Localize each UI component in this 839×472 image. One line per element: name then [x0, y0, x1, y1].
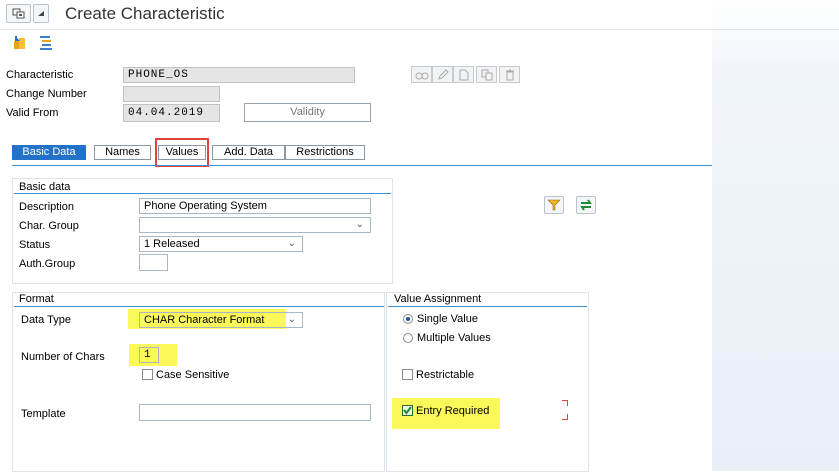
- status-label: Status: [19, 239, 51, 251]
- single-value-label: Single Value: [417, 313, 478, 325]
- entry-required-checkbox[interactable]: [402, 405, 413, 416]
- value-assignment-title: Value Assignment: [394, 293, 482, 305]
- change-number-field[interactable]: [123, 86, 220, 102]
- corner-mark-bottom: [562, 414, 568, 420]
- tab-strip-line: [12, 165, 712, 166]
- value-assignment-title-line: [388, 306, 587, 307]
- restrictable-label: Restrictable: [416, 369, 475, 381]
- tab-basic-data[interactable]: Basic Data: [12, 145, 86, 160]
- tab-restrictions[interactable]: Restrictions: [285, 145, 365, 160]
- description-field[interactable]: Phone Operating System: [139, 198, 371, 214]
- format-title-line: [14, 306, 384, 307]
- menu-icon[interactable]: [6, 4, 31, 23]
- chevron-down-icon: ⌄: [355, 219, 364, 230]
- refresh-icon[interactable]: [576, 196, 596, 214]
- values-tab-annotation: [155, 138, 209, 167]
- auth-group-field[interactable]: [139, 254, 168, 271]
- checkmark-icon: [403, 406, 412, 415]
- glasses-icon[interactable]: [411, 66, 432, 83]
- dropdown-icon[interactable]: [33, 4, 49, 23]
- page-title: Create Characteristic: [65, 4, 225, 23]
- basic-data-title: Basic data: [19, 181, 71, 193]
- valid-from-label: Valid From: [6, 107, 59, 119]
- char-group-label: Char. Group: [19, 220, 79, 232]
- hierarchy-icon[interactable]: [38, 35, 54, 51]
- entry-required-label: Entry Required: [416, 405, 490, 417]
- validity-button[interactable]: Validity: [244, 103, 371, 122]
- change-number-label: Change Number: [6, 88, 87, 100]
- characteristic-field[interactable]: PHONE_OS: [123, 67, 355, 83]
- page-icon[interactable]: [453, 66, 474, 83]
- tab-add-data[interactable]: Add. Data: [212, 145, 285, 160]
- char-group-select[interactable]: ⌄: [139, 217, 371, 233]
- basic-data-title-line: [14, 193, 391, 194]
- pencil-icon[interactable]: [432, 66, 453, 83]
- single-value-radio[interactable]: [403, 314, 413, 324]
- data-type-select[interactable]: CHAR Character Format ⌄: [139, 312, 303, 328]
- filter-icon[interactable]: [544, 196, 564, 214]
- data-type-label: Data Type: [21, 314, 71, 326]
- auth-group-label: Auth.Group: [19, 258, 76, 270]
- case-sensitive-checkbox[interactable]: [142, 369, 153, 380]
- multiple-values-label: Multiple Values: [417, 332, 491, 344]
- transport-icon[interactable]: [12, 35, 28, 51]
- template-field[interactable]: [139, 404, 371, 421]
- chevron-down-icon: ⌄: [287, 314, 296, 325]
- window-background-gradient: [712, 0, 839, 471]
- title-separator: [0, 29, 839, 30]
- restrictable-checkbox[interactable]: [402, 369, 413, 380]
- chevron-down-icon: ⌄: [287, 238, 296, 249]
- format-title: Format: [19, 293, 54, 305]
- description-label: Description: [19, 201, 75, 213]
- trash-icon[interactable]: [499, 66, 520, 83]
- tab-names[interactable]: Names: [94, 145, 151, 160]
- corner-mark-top: [562, 400, 568, 406]
- template-label: Template: [21, 408, 66, 420]
- characteristic-label: Characteristic: [6, 69, 74, 81]
- status-select[interactable]: 1 Released ⌄: [139, 236, 303, 252]
- num-chars-label: Number of Chars: [21, 351, 105, 363]
- valid-from-field[interactable]: 04.04.2019: [123, 104, 220, 122]
- copy-icon[interactable]: [476, 66, 497, 83]
- num-chars-field[interactable]: 1: [139, 347, 159, 363]
- multiple-values-radio[interactable]: [403, 333, 413, 343]
- case-sensitive-label: Case Sensitive: [156, 369, 230, 381]
